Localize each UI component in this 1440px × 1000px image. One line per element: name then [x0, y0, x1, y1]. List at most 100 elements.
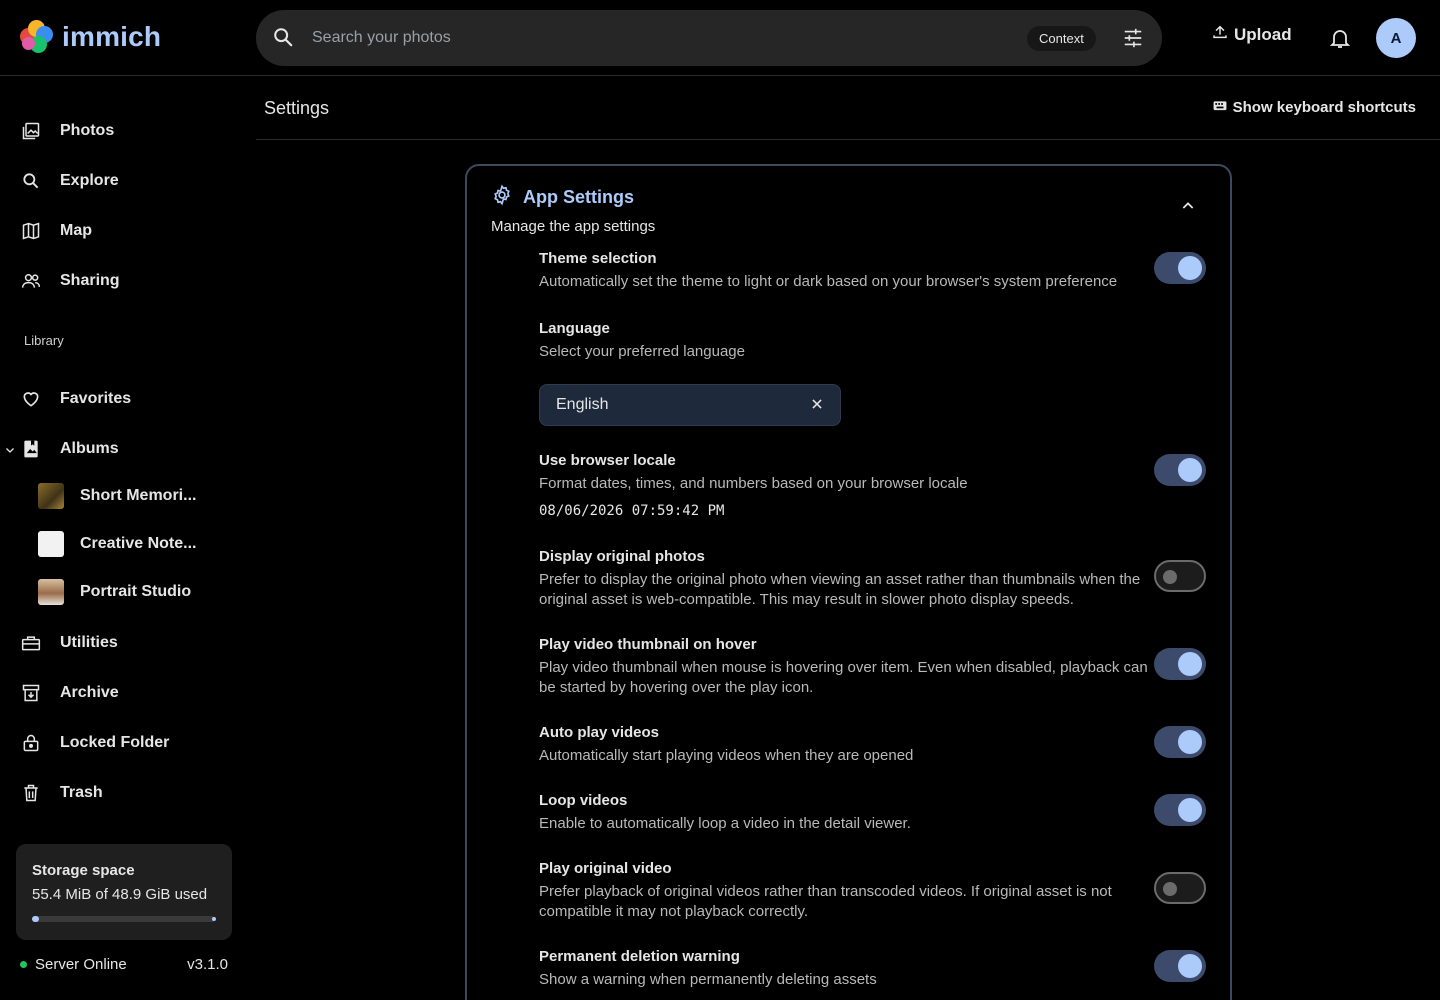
server-version[interactable]: v3.1.0: [187, 956, 228, 973]
toggle-knob: [1178, 458, 1202, 482]
setting-title: Display original photos: [539, 548, 705, 565]
sidebar-item-map[interactable]: Map: [0, 209, 240, 253]
sidebar-item-explore[interactable]: Explore: [0, 159, 240, 203]
user-avatar[interactable]: A: [1376, 18, 1416, 58]
setting-title: Permanent deletion warning: [539, 948, 740, 965]
notifications-bell-icon[interactable]: [1328, 26, 1352, 55]
setting-description: Enable to automatically loop a video in …: [539, 815, 911, 832]
upload-label: Upload: [1234, 24, 1292, 44]
context-search-button[interactable]: Context: [1027, 26, 1096, 51]
setting-description: Show a warning when permanently deleting…: [539, 971, 877, 988]
photos-icon: [20, 120, 42, 142]
app-settings-header[interactable]: App Settings Manage the app settings: [491, 184, 655, 235]
lock-icon: [20, 732, 42, 754]
chevron-up-icon[interactable]: [1180, 198, 1196, 219]
archive-icon: [20, 682, 42, 704]
keyboard-shortcuts-button[interactable]: Show keyboard shortcuts: [1213, 99, 1416, 116]
setting-title: Play video thumbnail on hover: [539, 636, 757, 653]
toggle-display-original-photos[interactable]: [1154, 560, 1206, 592]
album-item-creative-notes[interactable]: Creative Note...: [38, 524, 196, 564]
sidebar-item-trash[interactable]: Trash: [0, 771, 240, 815]
app-logo[interactable]: immich: [20, 20, 161, 54]
setting-description: Select your preferred language: [539, 343, 745, 360]
library-section-label: Library: [24, 333, 64, 348]
upload-button[interactable]: Upload: [1212, 24, 1292, 45]
toggle-play-video-thumbnail[interactable]: [1154, 648, 1206, 680]
upload-icon: [1212, 24, 1228, 45]
sidebar-item-label: Favorites: [60, 390, 132, 407]
search-input[interactable]: [312, 24, 912, 52]
language-select[interactable]: English: [539, 384, 841, 426]
setting-loop-videos: Loop videos Enable to automatically loop…: [539, 792, 1159, 834]
toggle-play-original-video[interactable]: [1154, 872, 1206, 904]
toggle-permanent-deletion-warning[interactable]: [1154, 950, 1206, 982]
toolbox-icon: [20, 632, 42, 654]
page-header: Settings Show keyboard shortcuts: [256, 77, 1440, 140]
storage-title: Storage space: [32, 862, 135, 879]
setting-browser-locale: Use browser locale Format dates, times, …: [539, 452, 1159, 519]
setting-play-original-video: Play original video Prefer playback of o…: [539, 860, 1159, 922]
app-name: immich: [62, 21, 162, 52]
sidebar-item-label: Albums: [60, 440, 119, 457]
app-settings-title: App Settings: [523, 187, 634, 207]
toggle-auto-play-videos[interactable]: [1154, 726, 1206, 758]
toggle-theme-selection[interactable]: [1154, 252, 1206, 284]
toggle-knob: [1163, 570, 1177, 584]
toggle-browser-locale[interactable]: [1154, 454, 1206, 486]
sidebar-item-albums[interactable]: Albums: [0, 427, 240, 471]
page-title: Settings: [264, 98, 330, 118]
setting-title: Play original video: [539, 860, 672, 877]
heart-icon: [20, 388, 42, 410]
setting-description: Format dates, times, and numbers based o…: [539, 475, 968, 492]
storage-used-text: 55.4 MiB of 48.9 GiB used: [32, 886, 208, 903]
sidebar-item-sharing[interactable]: Sharing: [0, 259, 240, 303]
language-selected-value: English: [556, 396, 609, 413]
setting-title: Auto play videos: [539, 724, 660, 741]
storage-progress-fill: [32, 916, 40, 922]
sidebar-item-label: Explore: [60, 172, 119, 189]
sidebar-item-favorites[interactable]: Favorites: [0, 377, 240, 421]
album-label: Portrait Studio: [80, 583, 192, 600]
album-item-portrait-studio[interactable]: Portrait Studio: [38, 572, 191, 612]
server-online-indicator: [20, 961, 27, 968]
setting-description: Play video thumbnail when mouse is hover…: [539, 659, 1148, 696]
top-bar: immich Context Upload A: [0, 0, 1440, 76]
storage-panel: Storage space 55.4 MiB of 48.9 GiB used: [16, 844, 232, 940]
sidebar-item-archive[interactable]: Archive: [0, 671, 240, 715]
toggle-knob: [1178, 730, 1202, 754]
album-item-short-memories[interactable]: Short Memori...: [38, 476, 196, 516]
setting-title: Use browser locale: [539, 452, 676, 469]
setting-title: Language: [539, 320, 610, 337]
app-settings-card: App Settings Manage the app settings The…: [465, 164, 1232, 1000]
storage-progress-end: [212, 917, 216, 921]
sidebar-item-locked-folder[interactable]: Locked Folder: [0, 721, 240, 765]
setting-language: Language Select your preferred language: [539, 320, 1159, 362]
sidebar-item-label: Sharing: [60, 272, 120, 289]
toggle-knob: [1178, 798, 1202, 822]
setting-description: Prefer playback of original videos rathe…: [539, 883, 1112, 920]
setting-description: Automatically start playing videos when …: [539, 747, 914, 764]
immich-logo-icon: [20, 20, 54, 54]
trash-icon: [20, 782, 42, 804]
album-label: Short Memori...: [80, 487, 197, 504]
sidebar-item-utilities[interactable]: Utilities: [0, 621, 240, 665]
sidebar: Photos Explore Map Sharing Library Favor…: [0, 77, 248, 1000]
search-icon[interactable]: [272, 26, 294, 53]
sidebar-item-label: Utilities: [60, 634, 118, 651]
toggle-knob: [1163, 882, 1177, 896]
gear-icon: [491, 184, 513, 211]
setting-description: Automatically set the theme to light or …: [539, 273, 1118, 290]
setting-title: Loop videos: [539, 792, 628, 809]
sidebar-item-label: Map: [60, 222, 92, 239]
sidebar-item-label: Archive: [60, 684, 119, 701]
close-icon[interactable]: [810, 397, 824, 416]
sidebar-item-label: Locked Folder: [60, 734, 170, 751]
people-icon: [20, 270, 42, 292]
setting-description: Prefer to display the original photo whe…: [539, 571, 1141, 608]
search-filter-icon[interactable]: [1122, 27, 1144, 54]
setting-permanent-deletion-warning: Permanent deletion warning Show a warnin…: [539, 948, 1159, 990]
locale-sample-datetime: 08/06/2026 07:59:42 PM: [539, 503, 725, 519]
setting-play-video-thumbnail: Play video thumbnail on hover Play video…: [539, 636, 1159, 698]
toggle-loop-videos[interactable]: [1154, 794, 1206, 826]
sidebar-item-photos[interactable]: Photos: [0, 109, 240, 153]
